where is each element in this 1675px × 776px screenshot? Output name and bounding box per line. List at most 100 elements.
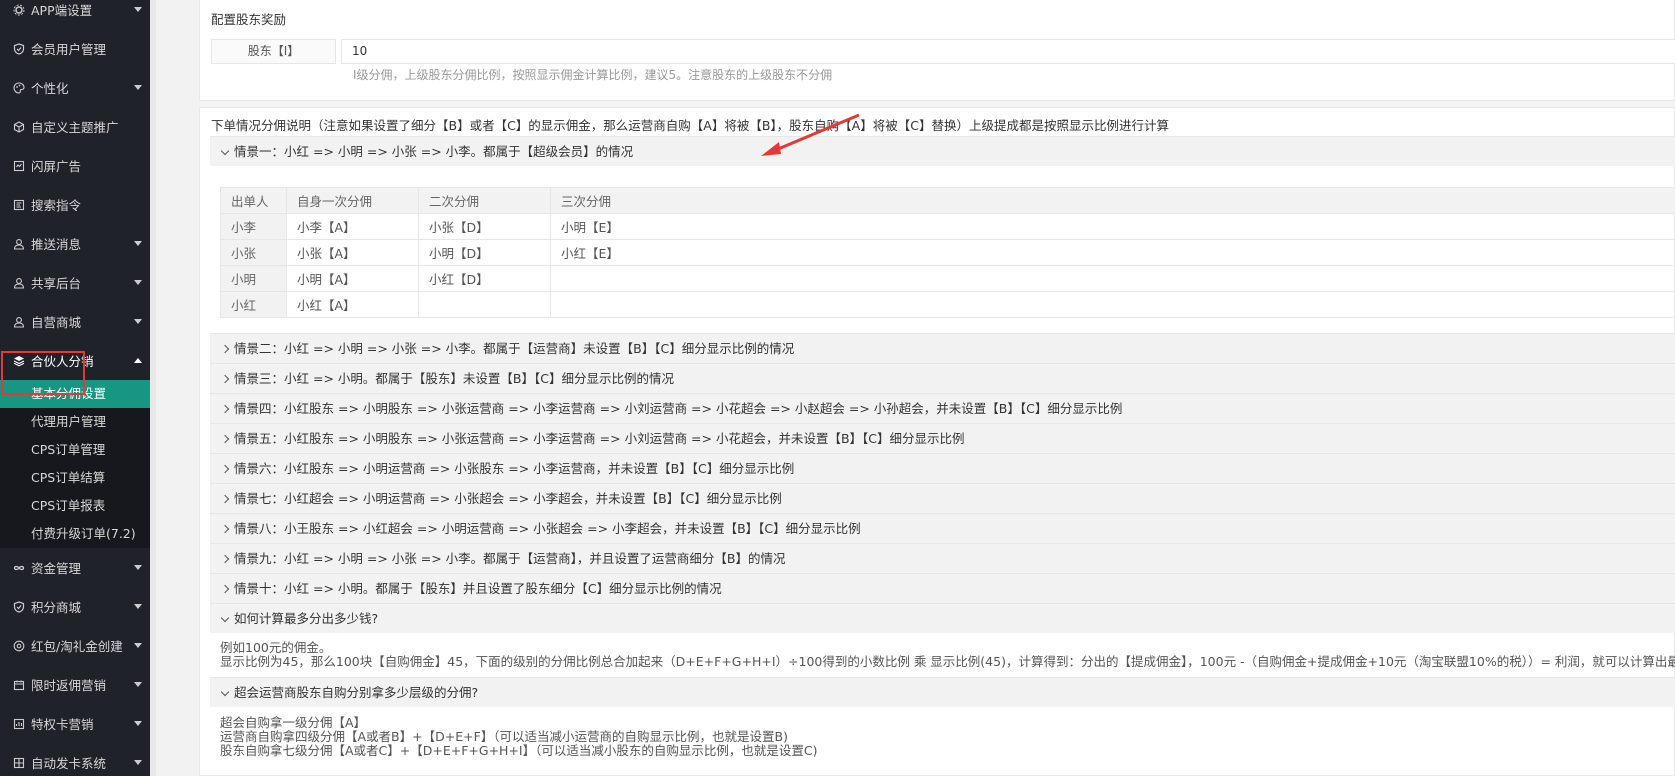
table-cell: 小明【E】 [550,213,1675,240]
chevron-right-icon [220,494,230,504]
sidebar-item-redpacket[interactable]: 红包/淘礼金创建 [0,626,150,665]
sidebar-item-partner-distribution[interactable]: 合伙人分销 [0,341,150,380]
chevron-right-icon [220,524,230,534]
sidebar-divider [150,0,156,776]
table-cell: 小李 [220,213,287,240]
levels-line: 运营商自购拿四级分佣【A或者B】+【D+E+F】（可以适当减小运营商的自购显示比… [220,729,788,744]
shareholder-input[interactable]: 10 [341,39,1675,64]
scene-9-header[interactable]: 情景九：小红 => 小明 => 小张 => 小李。都属于【运营商】，并且设置了运… [210,543,1675,573]
gear-icon [13,4,25,16]
chevron-down-icon [134,84,142,90]
sidebar-item-custom-theme[interactable]: 自定义主题推广 [0,107,150,146]
table-header: 二次分佣 [418,187,551,214]
shareholder-label: 股东【I】 [211,39,336,64]
submenu-item-cps-settlement[interactable]: CPS订单结算 [0,464,150,492]
scene-5: 情景五：小红股东 => 小明股东 => 小张运营商 => 小李运营商 => 小刘… [210,423,1675,453]
table-cell: 小明【D】 [418,239,551,266]
scene-7-header[interactable]: 情景七：小红超会 => 小明运营商 => 小张超会 => 小李超会，并未设置【B… [210,483,1675,513]
user-icon [13,238,25,250]
sidebar-item-app-settings[interactable]: APP端设置 [0,0,150,29]
sidebar-item-member-users[interactable]: 会员用户管理 [0,29,150,68]
table-header-row: 出单人 自身一次分佣 二次分佣 三次分佣 [220,187,1675,214]
scene-10-header[interactable]: 情景十：小红 => 小明。都属于【股东】并且设置了股东细分【C】细分显示比例的情… [210,573,1675,603]
chevron-down-icon [134,240,142,246]
sidebar-item-label: 红包/淘礼金创建 [31,639,123,654]
scene-9: 情景九：小红 => 小明 => 小张 => 小李。都属于【运营商】，并且设置了运… [210,543,1675,573]
chevron-right-icon [220,344,230,354]
commission-table: 出单人 自身一次分佣 二次分佣 三次分佣 小李 小李【A】 小张【D】 小明【E… [220,187,1675,318]
sidebar-item-auto-card[interactable]: 自动发卡系统 [0,743,150,776]
scene-4-title: 情景四：小红股东 => 小明股东 => 小张运营商 => 小李运营商 => 小刘… [234,401,1123,416]
scene-9-title: 情景九：小红 => 小明 => 小张 => 小李。都属于【运营商】，并且设置了运… [234,551,786,566]
chevron-down-icon [134,681,142,687]
shareholder-card: 配置股东奖励 股东【I】 10 I级分佣，上级股东分佣比例，按照显示佣金计算比例… [199,0,1675,101]
sidebar-item-label: 共享后台 [31,276,82,291]
levels-body: 超会自购拿一级分佣【A】 运营商自购拿四级分佣【A或者B】+【D+E+F】（可以… [220,716,817,758]
levels-line: 股东自购拿七级分佣【A或者C】+【D+E+F+G+H+I】（可以适当减小股东的自… [220,743,818,758]
sidebar-item-privilege-card[interactable]: 特权卡营销 [0,704,150,743]
grid-icon [13,757,25,769]
sidebar-item-push-message[interactable]: 推送消息 [0,224,150,263]
section-title: 配置股东奖励 [211,12,287,27]
sidebar-item-label: 积分商城 [31,600,82,615]
sidebar-item-splash-ad[interactable]: 闪屏广告 [0,146,150,185]
scene-8-header[interactable]: 情景八：小王股东 => 小红超会 => 小明运营商 => 小张超会 => 小李超… [210,513,1675,543]
levels-header[interactable]: 超会运营商股东自购分别拿多少层级的分佣? [210,677,1675,707]
table-cell: 小红【E】 [550,239,1675,266]
sidebar-item-points-mall[interactable]: 积分商城 [0,587,150,626]
calc-line: 例如100元的佣金。 [220,640,332,655]
sidebar-item-limited-rebate[interactable]: 限时返佣营销 [0,665,150,704]
chevron-down-icon [134,720,142,726]
sidebar: APP端设置 会员用户管理 个性化 自定义主题推广 闪屏广告 搜索指令 推送消息 [0,0,150,776]
submenu-item-cps-report[interactable]: CPS订单报表 [0,492,150,520]
scene-5-title: 情景五：小红股东 => 小明股东 => 小张运营商 => 小李运营商 => 小刘… [234,431,965,446]
sidebar-item-funds[interactable]: 资金管理 [0,548,150,587]
scene-7-title: 情景七：小红超会 => 小明运营商 => 小张超会 => 小李超会，并未设置【B… [234,491,782,506]
chevron-up-icon [134,357,142,363]
calc-section: 如何计算最多分出多少钱? [210,603,1675,633]
chevron-right-icon [220,434,230,444]
scene-2-header[interactable]: 情景二：小红 => 小明 => 小张 => 小李。都属于【运营商】未设置【B】【… [210,333,1675,363]
table-cell: 小红【A】 [286,291,419,318]
table-cell [550,291,1675,318]
chevron-right-icon [220,584,230,594]
scene-1-header[interactable]: 情景一：小红 => 小明 => 小张 => 小李。都属于【超级会员】的情况 [210,136,1675,166]
table-header: 自身一次分佣 [286,187,419,214]
submenu-container: 基本分佣设置 代理用户管理 CPS订单管理 CPS订单结算 CPS订单报表 付费… [0,380,150,548]
scene-6: 情景六：小红股东 => 小明运营商 => 小张股东 => 小李运营商，并未设置【… [210,453,1675,483]
submenu-item-paid-upgrade[interactable]: 付费升级订单(7.2) [0,520,150,548]
chevron-down-icon [134,759,142,765]
scene-8: 情景八：小王股东 => 小红超会 => 小明运营商 => 小张超会 => 小李超… [210,513,1675,543]
sidebar-menu: APP端设置 会员用户管理 个性化 自定义主题推广 闪屏广告 搜索指令 推送消息 [0,0,150,776]
scene-6-header[interactable]: 情景六：小红股东 => 小明运营商 => 小张股东 => 小李运营商，并未设置【… [210,453,1675,483]
sidebar-item-label: APP端设置 [31,3,93,18]
screen-icon [13,160,25,172]
scene-10: 情景十：小红 => 小明。都属于【股东】并且设置了股东细分【C】细分显示比例的情… [210,573,1675,603]
table-row: 小李 小李【A】 小张【D】 小明【E】 [220,213,1675,240]
calc-header[interactable]: 如何计算最多分出多少钱? [210,603,1675,633]
sidebar-item-label: 合伙人分销 [31,354,94,369]
sidebar-item-self-mall[interactable]: 自营商城 [0,302,150,341]
sidebar-item-shared-backend[interactable]: 共享后台 [0,263,150,302]
infinity-icon [13,562,25,574]
chevron-right-icon [220,464,230,474]
submenu-item-cps-orders[interactable]: CPS订单管理 [0,436,150,464]
chevron-down-icon [134,6,142,12]
explain-header: 下单情况分佣说明（注意如果设置了细分【B】或者【C】的显示佣金，那么运营商自购【… [211,118,1169,133]
scene-4-header[interactable]: 情景四：小红股东 => 小明股东 => 小张运营商 => 小李运营商 => 小刘… [210,393,1675,423]
submenu-item-basic-commission[interactable]: 基本分佣设置 [0,380,150,408]
sidebar-item-personalize[interactable]: 个性化 [0,68,150,107]
table-cell: 小张【D】 [418,213,551,240]
levels-title: 超会运营商股东自购分别拿多少层级的分佣? [234,685,479,700]
layers-icon [13,355,25,367]
sidebar-item-label: 推送消息 [31,237,82,252]
palette-icon [13,81,25,94]
chevron-down-icon [220,687,230,697]
scene-5-header[interactable]: 情景五：小红股东 => 小明股东 => 小张运营商 => 小李运营商 => 小刘… [210,423,1675,453]
sidebar-item-label: 自营商城 [31,315,82,330]
scene-3-header[interactable]: 情景三：小红 => 小明。都属于【股东】未设置【B】【C】细分显示比例的情况 [210,363,1675,393]
cube-icon [13,120,25,133]
sidebar-item-search-command[interactable]: 搜索指令 [0,185,150,224]
submenu-item-agent-users[interactable]: 代理用户管理 [0,408,150,436]
sidebar-item-label: 个性化 [31,81,69,96]
